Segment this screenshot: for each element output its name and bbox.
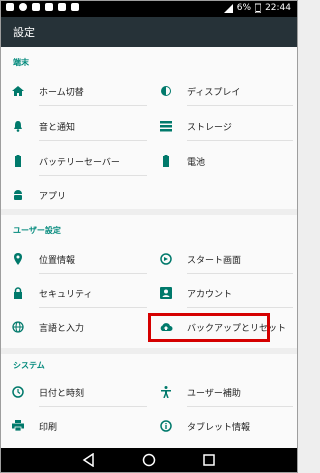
printer-icon — [11, 419, 25, 433]
back-icon[interactable] — [82, 453, 96, 467]
section-title-system: システム — [13, 361, 45, 370]
settings-item-label: 日付と時刻 — [39, 389, 85, 399]
start-screen-icon — [159, 252, 173, 266]
settings-item-label: バッテリーセーバー — [39, 158, 120, 168]
page-title: 設定 — [13, 26, 35, 39]
settings-item-label: 電池 — [187, 158, 206, 168]
settings-item-accessibility[interactable]: ユーザー補助 — [149, 378, 297, 406]
settings-item-battery-saver[interactable]: バッテリーセーバー — [1, 147, 149, 175]
battery-icon — [159, 154, 173, 168]
home-button-icon[interactable] — [142, 453, 156, 467]
settings-item-label: 印刷 — [39, 423, 58, 433]
settings-item-label: セキュリティ — [39, 290, 93, 300]
navigation-bar — [1, 448, 297, 472]
android-icon — [71, 3, 79, 11]
divider — [187, 307, 293, 308]
battery-icon — [255, 3, 262, 13]
divider — [39, 273, 147, 274]
settings-item-storage[interactable]: ストレージ — [149, 112, 297, 140]
screen: 6% 22:44 設定 端末 ホーム切替 ディスプレイ 音と通知 ストレージ バ… — [0, 0, 298, 473]
section-title-device: 端末 — [13, 58, 29, 67]
gmail-icon — [6, 3, 14, 11]
accessibility-icon — [159, 385, 173, 399]
globe-icon — [11, 320, 25, 334]
android-icon — [11, 188, 25, 202]
settings-item-accounts[interactable]: アカウント — [149, 279, 297, 307]
clock: 22:44 — [265, 3, 291, 13]
status-icons-right: 6% 22:44 — [223, 3, 291, 13]
divider — [39, 307, 147, 308]
section-device: 端末 ホーム切替 ディスプレイ 音と通知 ストレージ バッテリーセーバー 電池 … — [1, 47, 297, 209]
divider — [187, 105, 293, 106]
settings-item-language[interactable]: 言語と入力 — [1, 313, 149, 341]
lock-icon — [11, 286, 25, 300]
brightness-icon — [159, 84, 173, 98]
settings-item-label: スタート画面 — [187, 256, 242, 266]
battery-saver-icon — [11, 154, 25, 168]
info-icon — [159, 419, 173, 433]
settings-item-label: 位置情報 — [39, 256, 76, 266]
section-title-user: ユーザー設定 — [13, 226, 61, 235]
battery-percent: 6% — [236, 3, 252, 13]
app-bar: 設定 — [1, 17, 297, 47]
recents-icon[interactable] — [202, 453, 216, 467]
settings-item-label: アカウント — [187, 290, 233, 300]
sync-icon — [19, 3, 27, 11]
clock-icon — [11, 385, 25, 399]
settings-item-label: ストレージ — [187, 123, 232, 133]
settings-item-label: ホーム切替 — [39, 88, 84, 98]
divider — [187, 406, 293, 407]
status-bar: 6% 22:44 — [1, 1, 297, 17]
divider — [39, 105, 147, 106]
divider — [39, 175, 147, 176]
download-icon — [32, 3, 40, 11]
settings-item-apps[interactable]: アプリ — [1, 181, 149, 209]
settings-item-label: アプリ — [39, 192, 67, 202]
settings-item-label: タブレット情報 — [187, 423, 251, 433]
settings-item-label: ディスプレイ — [187, 88, 241, 98]
highlight-box — [148, 313, 270, 342]
settings-item-battery[interactable]: 電池 — [149, 147, 297, 175]
divider — [39, 406, 147, 407]
settings-item-datetime[interactable]: 日付と時刻 — [1, 378, 149, 406]
notification-icon — [45, 3, 53, 11]
settings-item-start-screen[interactable]: スタート画面 — [149, 245, 297, 273]
settings-item-print[interactable]: 印刷 — [1, 412, 149, 440]
settings-item-label: ユーザー補助 — [187, 389, 241, 399]
home-icon — [11, 84, 25, 98]
divider — [187, 140, 293, 141]
image-icon — [58, 3, 66, 11]
account-icon — [159, 286, 173, 300]
storage-icon — [159, 119, 173, 133]
settings-item-display[interactable]: ディスプレイ — [149, 77, 297, 105]
settings-item-label: 音と通知 — [39, 123, 76, 133]
settings-list[interactable]: 端末 ホーム切替 ディスプレイ 音と通知 ストレージ バッテリーセーバー 電池 … — [1, 47, 297, 448]
settings-item-sound[interactable]: 音と通知 — [1, 112, 149, 140]
settings-item-tablet-info[interactable]: タブレット情報 — [149, 412, 297, 440]
status-icons-left — [6, 3, 79, 11]
settings-item-label: 言語と入力 — [39, 324, 85, 334]
location-pin-icon — [11, 252, 25, 266]
divider — [187, 273, 293, 274]
section-system: システム 日付と時刻 ユーザー補助 印刷 タブレット情報 — [1, 354, 297, 448]
settings-item-home[interactable]: ホーム切替 — [1, 77, 149, 105]
signal-icon — [223, 3, 233, 13]
settings-item-security[interactable]: セキュリティ — [1, 279, 149, 307]
divider — [39, 140, 147, 141]
bell-icon — [11, 119, 25, 133]
settings-item-location[interactable]: 位置情報 — [1, 245, 149, 273]
